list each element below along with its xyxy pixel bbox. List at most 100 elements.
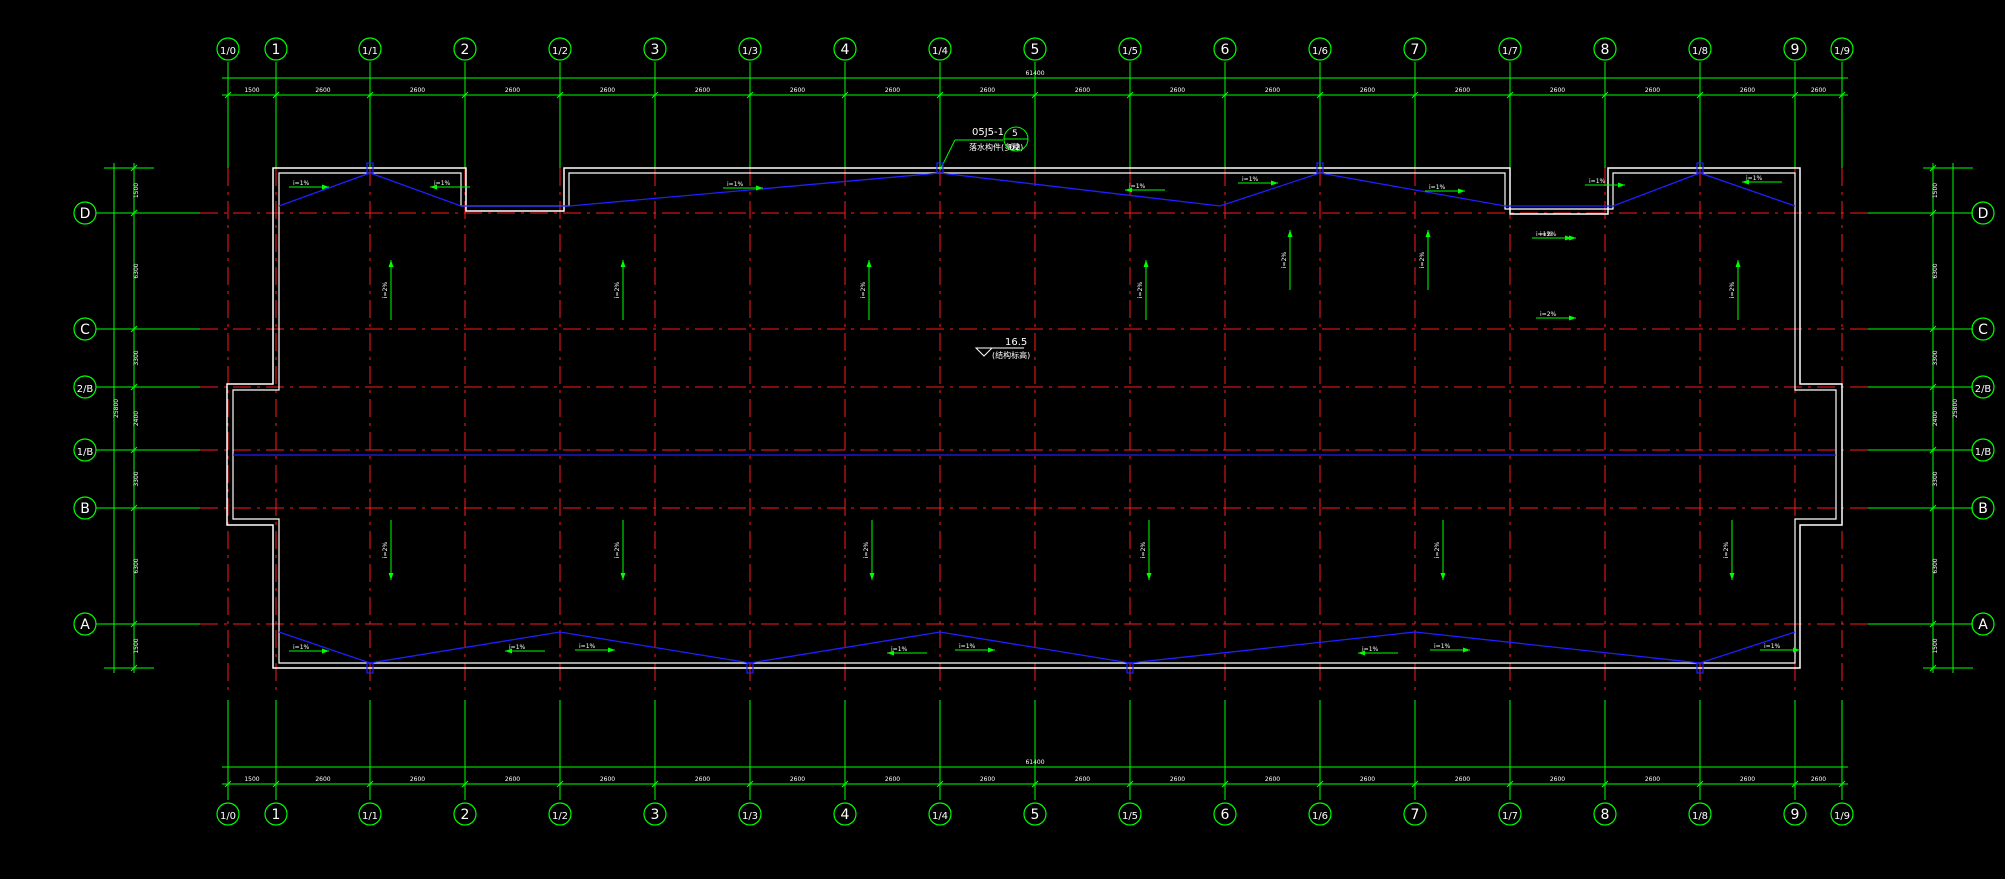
- slope-mid-label: i=2%: [1137, 282, 1144, 299]
- slope-top-arrowhead: [756, 185, 763, 191]
- side-dimension-text: 1500: [133, 638, 140, 653]
- slope-mid-arrowhead: [866, 260, 872, 267]
- slope-mid-arrowhead: [388, 260, 394, 267]
- axis-label: 1/1: [362, 811, 378, 822]
- slope-mid-arrowhead: [1287, 230, 1293, 237]
- slope-top-label: i=1%: [727, 181, 744, 188]
- slope-bottom-label: i=1%: [959, 643, 976, 650]
- slope-arrow-layer: i=1% i=1% i=1% i=1% i=1% i=1% i=1% i=1% i=1% i=2%…: [289, 162, 1800, 674]
- span-dimension-text: 2600: [980, 87, 995, 94]
- axis-label: D: [1978, 206, 1989, 222]
- span-dimension-text: 2600: [885, 87, 900, 94]
- axis-label: 4: [841, 807, 850, 823]
- slope-mid-label: i=2%: [1419, 252, 1426, 269]
- axis-label: 8: [1601, 42, 1610, 58]
- ridge-line-top: [278, 172, 1796, 207]
- axis-label: D: [80, 206, 91, 222]
- slope-bottom-label: i=1%: [891, 646, 908, 653]
- slope-low-arrowhead: [1146, 573, 1152, 580]
- slope-mid-label: i=2%: [614, 282, 621, 299]
- axis-label: 8: [1601, 807, 1610, 823]
- span-dimension-text: 2600: [695, 87, 710, 94]
- slope-mid-label: i=2%: [1281, 252, 1288, 269]
- slope-bottom-label: i=1%: [1362, 646, 1379, 653]
- span-dimension-text: 2600: [505, 87, 520, 94]
- axis-label: 5: [1031, 807, 1040, 823]
- axis-label: 2: [461, 42, 470, 58]
- axis-label: C: [80, 322, 90, 338]
- slope-mid-label: i=2%: [1729, 282, 1736, 299]
- side-dimension-text: 3300: [133, 350, 140, 365]
- axis-label: 1/6: [1312, 811, 1328, 822]
- axis-label: 7: [1411, 807, 1420, 823]
- axis-label: 1/0: [220, 46, 236, 57]
- axis-label: 1/9: [1834, 811, 1850, 822]
- span-dimension-text: 2600: [790, 776, 805, 783]
- slope-bottom-arrowhead: [1793, 647, 1800, 653]
- axis-label: A: [1978, 617, 1988, 633]
- slope-top-label: i=1%: [434, 180, 451, 187]
- elevation-note: (结构标高): [992, 350, 1030, 360]
- slope-mid-arrowhead: [620, 260, 626, 267]
- span-dimension-text: 2600: [1811, 776, 1826, 783]
- span-dimension-text: 2600: [885, 776, 900, 783]
- span-dimension-text: 2600: [1170, 776, 1185, 783]
- slope-mid-arrowhead: [1143, 260, 1149, 267]
- slope-top-label: i=1%: [1129, 183, 1146, 190]
- slope-low-label: i=2%: [614, 542, 621, 559]
- slope-bottom-label: i=1%: [1764, 643, 1781, 650]
- axis-label: 6: [1221, 42, 1230, 58]
- axis-label: 1: [272, 42, 281, 58]
- span-dimension-text: 2600: [1645, 87, 1660, 94]
- slope-bottom-label: i=1%: [579, 643, 596, 650]
- callout-ref-bottom: 62: [1009, 143, 1020, 153]
- axis-label: 9: [1791, 807, 1800, 823]
- slope-top-arrowhead: [1458, 188, 1465, 194]
- span-dimension-text: 2600: [980, 776, 995, 783]
- slope-right-label: i=2%: [1540, 311, 1557, 318]
- axis-label: B: [1978, 501, 1988, 517]
- side-dimension-text: 3300: [133, 471, 140, 486]
- span-dimension-text: 2600: [1360, 87, 1375, 94]
- axis-label: 1/2: [552, 811, 568, 822]
- side-dimension-text: 6300: [1932, 263, 1939, 278]
- span-dimension-text: 2600: [600, 776, 615, 783]
- elevation-marker: [974, 347, 994, 357]
- side-dimension-text: 3300: [1932, 350, 1939, 365]
- elevation-value: 16.5: [1005, 337, 1027, 348]
- axis-label: 1/6: [1312, 46, 1328, 57]
- slope-mid-label: i=2%: [382, 282, 389, 299]
- span-dimension-text: 2600: [1170, 87, 1185, 94]
- axis-label: 1/1: [362, 46, 378, 57]
- slope-mid-arrowhead: [1735, 260, 1741, 267]
- span-dimension-text: 2600: [1455, 87, 1470, 94]
- axis-label: 1/5: [1122, 46, 1138, 57]
- span-dimension-text: 2600: [1550, 87, 1565, 94]
- slope-bottom-arrowhead: [608, 647, 615, 653]
- side-dimension-text: 2400: [133, 411, 140, 426]
- axis-label: 5: [1031, 42, 1040, 58]
- span-dimension-text: 2600: [790, 87, 805, 94]
- side-dimension-text: 1500: [1932, 638, 1939, 653]
- axis-label: 1/B: [1975, 447, 1992, 458]
- span-dimension-text: 2600: [1075, 776, 1090, 783]
- axis-label: 1/8: [1692, 811, 1708, 822]
- slope-top-label: i=1%: [293, 180, 310, 187]
- span-dimension-text: 1500: [244, 87, 259, 94]
- slope-mid-label: i=2%: [860, 282, 867, 299]
- axis-label: 1/5: [1122, 811, 1138, 822]
- side-dimension-text: 6300: [133, 263, 140, 278]
- side-dimension-text: 3300: [1932, 471, 1939, 486]
- slope-low-label: i=2%: [382, 542, 389, 559]
- axis-label: 1/B: [77, 447, 94, 458]
- axis-label: C: [1978, 322, 1988, 338]
- slope-low-arrowhead: [620, 573, 626, 580]
- span-dimension-text: 2600: [315, 776, 330, 783]
- axis-label: 4: [841, 42, 850, 58]
- callout-top-text: 05J5-1: [972, 127, 1004, 138]
- span-dimension-text: 1500: [244, 776, 259, 783]
- slope-right-arrowhead: [1569, 315, 1576, 321]
- slope-top-label: i=1%: [1589, 178, 1606, 185]
- roof-plan-drawing: 6140015002600260026002600260026002600260…: [73, 37, 1995, 826]
- slope-low-label: i=2%: [1434, 542, 1441, 559]
